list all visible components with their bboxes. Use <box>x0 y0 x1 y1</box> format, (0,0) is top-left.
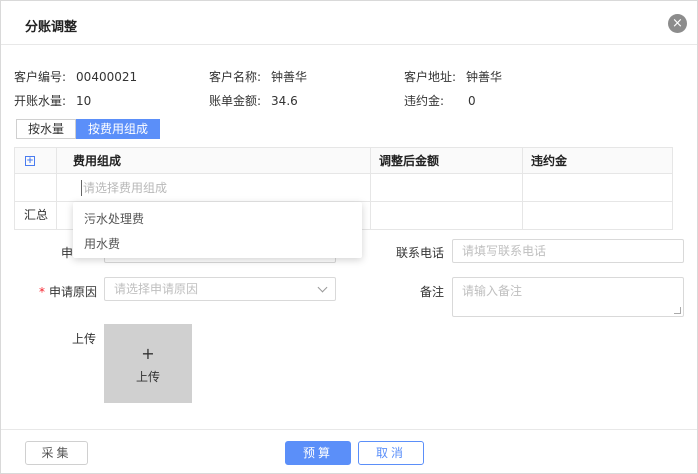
bill-amount-value: 34.6 <box>271 94 298 108</box>
fee-component-input[interactable]: 请选择费用组成 <box>81 180 167 196</box>
mode-tabs: 按水量 按费用组成 <box>16 119 161 139</box>
customer-name-field: 客户名称: 钟善华 <box>209 68 307 85</box>
start-water-value: 10 <box>76 94 92 108</box>
plus-icon: + <box>141 344 155 363</box>
column-header: 费用组成 <box>57 148 371 173</box>
reason-label: * 申请原因 <box>39 283 97 300</box>
chevron-down-icon <box>317 282 328 293</box>
fee-component-dropdown: 污水处理费 用水费 <box>73 202 362 258</box>
upload-label: 上传 <box>72 332 97 346</box>
close-icon[interactable]: × <box>668 14 687 33</box>
penalty-label: 违约金: <box>404 94 445 108</box>
column-header: 调整后金额 <box>371 148 523 173</box>
penalty-value: 0 <box>468 94 476 108</box>
customer-name-label: 客户名称: <box>209 70 262 84</box>
customer-addr-field: 客户地址: 钟善华 <box>404 68 502 85</box>
customer-no-value: 00400021 <box>76 70 138 84</box>
dialog-title: 分账调整 <box>25 20 78 35</box>
dialog-footer: 采集 预算 取消 <box>1 429 697 474</box>
customer-addr-label: 客户地址: <box>404 70 457 84</box>
start-water-field: 开账水量: 10 <box>14 92 91 109</box>
dialog-header: 分账调整 × <box>1 1 697 45</box>
phone-label: 联系电话 <box>396 246 445 260</box>
remark-textarea[interactable]: 请输入备注 <box>452 277 684 317</box>
bill-amount-label: 账单金额: <box>209 94 262 108</box>
column-header: 违约金 <box>523 148 673 173</box>
penalty-field: 违约金: 0 <box>404 92 476 109</box>
upload-button[interactable]: + 上传 <box>104 324 192 403</box>
add-row-icon[interactable]: + <box>25 156 35 166</box>
reason-label-text: 申请原因 <box>49 285 98 299</box>
customer-no-field: 客户编号: 00400021 <box>14 68 137 85</box>
tab-by-fee[interactable]: 按费用组成 <box>76 119 161 139</box>
reason-select[interactable]: 请选择申请原因 <box>104 277 336 301</box>
bill-amount-field: 账单金额: 34.6 <box>209 92 298 109</box>
dropdown-option[interactable]: 用水费 <box>84 235 120 252</box>
remark-label: 备注 <box>420 285 445 299</box>
tab-by-water[interactable]: 按水量 <box>16 119 77 139</box>
resize-handle-icon[interactable] <box>674 307 681 314</box>
table-header-row: + 费用组成 调整后金额 违约金 <box>14 148 673 174</box>
reason-placeholder: 请选择申请原因 <box>114 282 199 296</box>
penalty-cell[interactable] <box>523 174 673 201</box>
table-row: 请选择费用组成 <box>14 174 673 202</box>
start-water-label: 开账水量: <box>14 94 67 108</box>
upload-button-label: 上传 <box>135 370 160 384</box>
remark-placeholder: 请输入备注 <box>462 284 523 298</box>
customer-no-label: 客户编号: <box>14 70 67 84</box>
fee-component-cell[interactable]: 请选择费用组成 <box>57 174 371 201</box>
adjusted-amount-cell[interactable] <box>371 174 523 201</box>
collect-button[interactable]: 采集 <box>25 441 88 465</box>
preview-button[interactable]: 预算 <box>285 441 351 465</box>
customer-addr-value: 钟善华 <box>466 70 503 84</box>
dropdown-option[interactable]: 污水处理费 <box>84 210 144 227</box>
add-row-cell[interactable]: + <box>14 148 57 173</box>
required-mark: * <box>39 285 45 299</box>
phone-input[interactable]: 请填写联系电话 <box>452 239 684 263</box>
cancel-button[interactable]: 取消 <box>358 441 424 465</box>
fee-split-dialog: 分账调整 × 客户编号: 00400021 客户名称: 钟善华 客户地址: 钟善华 开… <box>0 0 698 474</box>
customer-name-value: 钟善华 <box>271 70 308 84</box>
summary-label: 汇总 <box>14 202 57 229</box>
applicant-label: 申 <box>61 246 74 260</box>
